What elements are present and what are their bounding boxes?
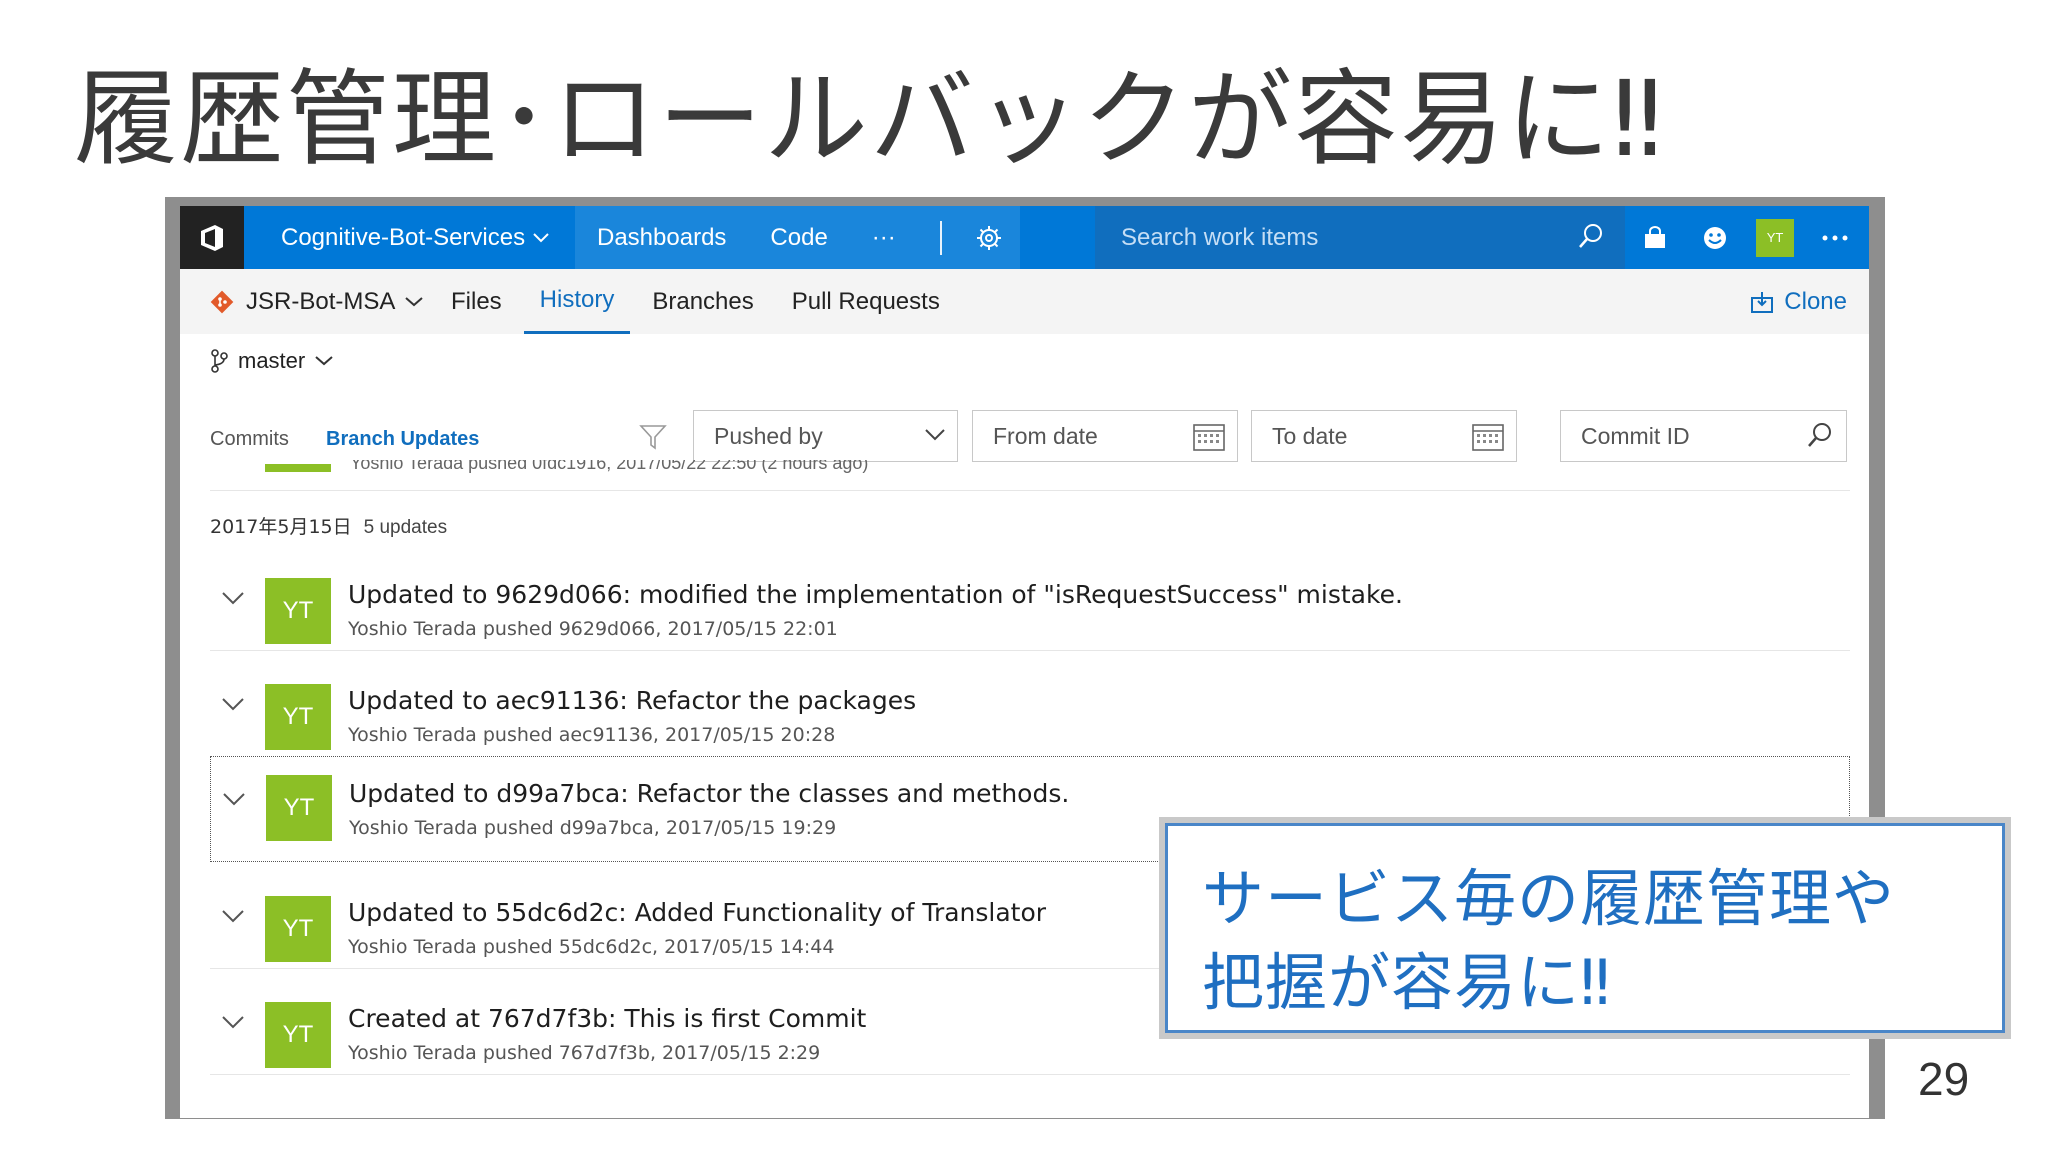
update-message[interactable]: Updated to aec91136: Refactor the packag… (348, 686, 916, 715)
peek-avatar (265, 464, 331, 472)
tab-commits[interactable]: Commits (210, 428, 289, 451)
vsts-logo-icon[interactable] (180, 206, 244, 269)
chevron-down-icon[interactable] (223, 793, 245, 807)
tab-history[interactable]: History (523, 269, 631, 334)
list-item[interactable]: YT Updated to 9629d066: modified the imp… (210, 562, 1850, 668)
group-date: 2017年5月15日 (210, 516, 352, 538)
callout-box: サービス毎の履歴管理や 把握が容易に‼ (1165, 823, 2005, 1033)
nav-code[interactable]: Code (748, 206, 850, 269)
project-selector[interactable]: Cognitive-Bot-Services (281, 206, 549, 269)
code-subnav: JSR-Bot-MSA Files History Branches Pull … (180, 269, 1869, 334)
group-count: 5 updates (363, 517, 448, 538)
clone-icon (1751, 291, 1774, 313)
update-meta: Yoshio Terada pushed d99a7bca, 2017/05/1… (349, 817, 837, 839)
chevron-down-icon (533, 232, 549, 242)
branch-icon (211, 349, 228, 373)
list-divider (210, 650, 1850, 651)
code-tabs: Files History Branches Pull Requests (435, 269, 962, 334)
commit-id-field[interactable]: Commit ID (1560, 410, 1847, 462)
pushed-by-dropdown[interactable]: Pushed by (693, 410, 958, 462)
nav-dashboards[interactable]: Dashboards (575, 206, 748, 269)
clone-label: Clone (1784, 287, 1847, 315)
search-work-items-input[interactable] (1119, 222, 1543, 253)
slide-title: 履歴管理･ロールバックが容易に‼ (74, 58, 1665, 180)
branch-name: master (238, 348, 306, 373)
top-bar: Cognitive-Bot-Services Dashboards Code ·… (180, 206, 1869, 269)
chevron-down-icon (925, 429, 945, 441)
avatar: YT (266, 775, 332, 841)
from-date-field[interactable]: From date (972, 410, 1238, 462)
tab-files[interactable]: Files (435, 269, 518, 334)
update-meta: Yoshio Terada pushed 55dc6d2c, 2017/05/1… (348, 936, 835, 958)
update-message[interactable]: Updated to 9629d066: modified the implem… (348, 580, 1403, 609)
search-box (1095, 206, 1625, 269)
more-actions-icon[interactable] (1805, 206, 1865, 269)
pushed-by-placeholder: Pushed by (714, 422, 823, 449)
avatar: YT (265, 578, 331, 644)
git-repo-icon (210, 290, 234, 313)
repo-name: JSR-Bot-MSA (246, 287, 396, 315)
callout-line-2: 把握が容易に‼ (1202, 946, 1612, 1019)
search-icon[interactable] (1577, 222, 1605, 250)
chevron-down-icon[interactable] (222, 592, 244, 606)
update-message[interactable]: Updated to d99a7bca: Refactor the classe… (349, 779, 1069, 808)
callout-line-1: サービス毎の履歴管理や (1202, 862, 1896, 935)
avatar-initials: YT (1756, 218, 1794, 257)
chevron-down-icon[interactable] (222, 698, 244, 712)
tab-branch-updates[interactable]: Branch Updates (326, 428, 479, 451)
update-meta: Yoshio Terada pushed aec91136, 2017/05/1… (348, 724, 836, 746)
top-bar-actions: YT (1625, 206, 1865, 269)
clone-button[interactable]: Clone (1750, 269, 1847, 334)
date-group-header: 2017年5月15日 5 updates (210, 512, 447, 539)
repo-selector[interactable]: JSR-Bot-MSA (210, 269, 424, 334)
calendar-icon[interactable] (1472, 421, 1504, 451)
settings-gear-icon[interactable] (964, 206, 1020, 269)
to-date-placeholder: To date (1272, 422, 1348, 449)
to-date-field[interactable]: To date (1251, 410, 1517, 462)
branch-selector[interactable]: master (210, 348, 343, 374)
update-meta: Yoshio Terada pushed 9629d066, 2017/05/1… (348, 618, 838, 640)
search-icon[interactable] (1806, 421, 1834, 449)
marketplace-bag-icon[interactable] (1625, 206, 1685, 269)
chevron-down-icon (405, 296, 424, 306)
hub-nav: Dashboards Code ··· (575, 206, 1020, 269)
commit-id-placeholder: Commit ID (1581, 422, 1690, 449)
chevron-down-icon[interactable] (222, 910, 244, 924)
tab-branches[interactable]: Branches (636, 269, 769, 334)
user-avatar[interactable]: YT (1745, 206, 1805, 269)
avatar: YT (265, 1002, 331, 1068)
peek-meta: Yoshio Terada pushed 0fdc1916, 2017/05/2… (350, 460, 869, 473)
avatar: YT (265, 896, 331, 962)
from-date-placeholder: From date (993, 422, 1098, 449)
list-divider (210, 1074, 1850, 1075)
avatar: YT (265, 684, 331, 750)
list-divider (210, 490, 1850, 491)
update-meta: Yoshio Terada pushed 767d7f3b, 2017/05/1… (348, 1042, 821, 1064)
page-number: 29 (1918, 1053, 1970, 1105)
project-name: Cognitive-Bot-Services (281, 223, 526, 251)
tab-pull-requests[interactable]: Pull Requests (776, 269, 956, 334)
chevron-down-icon[interactable] (222, 1016, 244, 1030)
chevron-down-icon (315, 356, 333, 366)
nav-separator (939, 220, 942, 255)
nav-more[interactable]: ··· (850, 206, 918, 269)
update-message[interactable]: Updated to 55dc6d2c: Added Functionality… (348, 898, 1046, 927)
filter-funnel-icon[interactable] (639, 424, 667, 450)
update-message[interactable]: Created at 767d7f3b: This is first Commi… (348, 1004, 866, 1033)
smiley-feedback-icon[interactable] (1685, 206, 1745, 269)
calendar-icon[interactable] (1193, 421, 1225, 451)
